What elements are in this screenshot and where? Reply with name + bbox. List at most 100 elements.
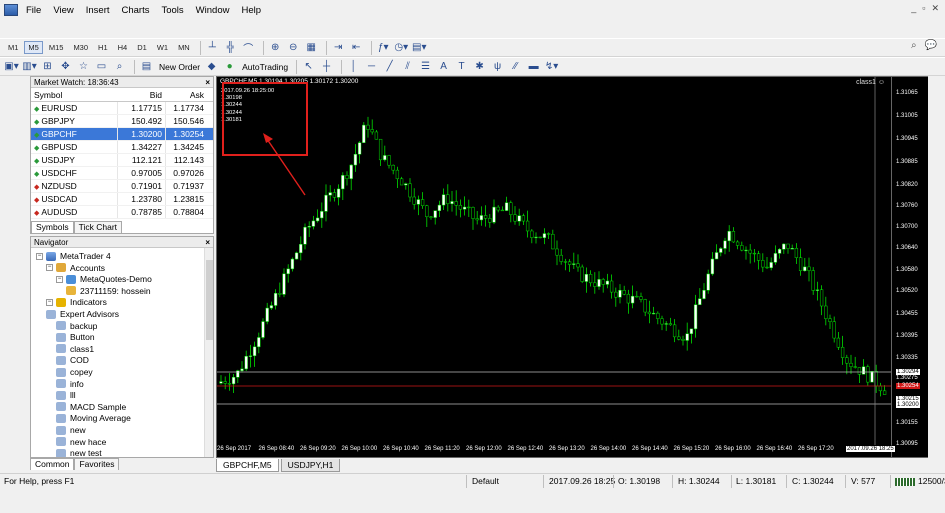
- zoom-out-icon[interactable]: ⊖: [286, 41, 301, 55]
- market-watch-row[interactable]: ◆ AUDUSD 0.78785 0.78804: [31, 206, 213, 219]
- close-icon[interactable]: ✕: [931, 3, 939, 14]
- navigator-item[interactable]: info: [56, 378, 84, 390]
- close-icon[interactable]: ×: [205, 237, 210, 248]
- chart-tab-usdjpy[interactable]: USDJPY,H1: [280, 459, 341, 472]
- text-label-icon[interactable]: T: [454, 60, 469, 74]
- market-watch-row[interactable]: ◆ USDCAD 1.23780 1.23815: [31, 193, 213, 206]
- navigator-item[interactable]: COD: [56, 354, 89, 366]
- navigator-item[interactable]: new test: [56, 447, 102, 457]
- price-chart[interactable]: GBPCHF,M5 1.30194 1.30205 1.30172 1.3020…: [216, 76, 892, 458]
- tf-m1[interactable]: M1: [4, 41, 22, 54]
- market-watch-row[interactable]: ◆ EURUSD 1.17715 1.17734: [31, 102, 213, 115]
- new-order-icon[interactable]: ▤: [139, 60, 154, 74]
- gann-icon[interactable]: ✱: [472, 60, 487, 74]
- menu-file[interactable]: File: [26, 5, 41, 16]
- navigator-item[interactable]: Moving Average: [56, 412, 131, 424]
- fibo-icon[interactable]: ☰: [418, 60, 433, 74]
- tab-symbols[interactable]: Symbols: [31, 221, 74, 233]
- periods-icon[interactable]: ◷▾: [394, 41, 409, 55]
- market-watch-row[interactable]: ◆ GBPCHF 1.30200 1.30254: [31, 128, 213, 141]
- crosshair-icon[interactable]: ┼: [319, 60, 334, 74]
- navigator-item[interactable]: Button: [56, 331, 95, 343]
- new-order-button[interactable]: New Order: [159, 62, 200, 72]
- navigator-item[interactable]: new: [56, 424, 86, 436]
- tf-h1[interactable]: H1: [94, 41, 112, 54]
- column-symbol[interactable]: Symbol: [31, 88, 117, 101]
- navigator-item[interactable]: − MetaQuotes-Demo: [56, 273, 152, 285]
- menu-tools[interactable]: Tools: [161, 5, 183, 16]
- new-chart-icon[interactable]: ▣▾: [4, 60, 19, 74]
- navigator-item[interactable]: class1: [56, 343, 94, 355]
- market-watch-row[interactable]: ◆ GBPUSD 1.34227 1.34245: [31, 141, 213, 154]
- minimize-icon[interactable]: _: [911, 3, 916, 14]
- arrows-icon[interactable]: ↯▾: [544, 60, 559, 74]
- market-watch-row[interactable]: ◆ USDCHF 0.97005 0.97026: [31, 167, 213, 180]
- chart-tab-gbpchf[interactable]: GBPCHF,M5: [216, 459, 279, 472]
- market-watch-icon[interactable]: ⊞: [40, 60, 55, 74]
- expander-icon[interactable]: −: [36, 252, 43, 260]
- expander-icon[interactable]: −: [56, 275, 63, 283]
- navigator-item[interactable]: − Accounts: [46, 262, 105, 274]
- indicators-icon[interactable]: ƒ▾: [376, 41, 391, 55]
- autotrading-button[interactable]: AutoTrading: [242, 62, 288, 72]
- tf-w1[interactable]: W1: [153, 41, 172, 54]
- search-icon[interactable]: ⌕: [911, 40, 917, 51]
- expander-icon[interactable]: −: [46, 264, 53, 272]
- tab-tick-chart[interactable]: Tick Chart: [73, 221, 123, 233]
- close-icon[interactable]: ×: [205, 77, 210, 88]
- text-icon[interactable]: A: [436, 60, 451, 74]
- column-ask[interactable]: Ask: [165, 88, 207, 101]
- time-axis[interactable]: 26 Sep 2017 26 Sep 08:40 26 Sep 09:20 26 Se…: [216, 444, 895, 458]
- data-window-icon[interactable]: ✥: [58, 60, 73, 74]
- metaeditor-icon[interactable]: ◆: [204, 60, 219, 74]
- navigator-item[interactable]: 23711159: hossein: [66, 285, 151, 297]
- tf-h4[interactable]: H4: [114, 41, 132, 54]
- navigator-icon[interactable]: ☆: [76, 60, 91, 74]
- navigator-item[interactable]: MACD Sample: [56, 401, 126, 413]
- menu-help[interactable]: Help: [241, 5, 261, 16]
- navigator-item[interactable]: − MetaTrader 4: [36, 250, 111, 262]
- chat-icon[interactable]: 💬: [925, 40, 937, 51]
- column-bid[interactable]: Bid: [117, 88, 165, 101]
- market-watch-row[interactable]: ◆ GBPJPY 150.492 150.546: [31, 115, 213, 128]
- auto-scroll-icon[interactable]: ⇥: [331, 41, 346, 55]
- cycle-lines-icon[interactable]: ∕∕: [508, 60, 523, 74]
- pitchfork-icon[interactable]: ψ: [490, 60, 505, 74]
- price-axis[interactable]: 1.31065 1.31005 1.30945 1.30885 1.30820 1.307…: [892, 76, 928, 458]
- tf-m5[interactable]: M5: [24, 41, 43, 54]
- profiles-icon[interactable]: ▥▾: [22, 60, 37, 74]
- chart-shift-icon[interactable]: ⇤: [349, 41, 364, 55]
- tf-m15[interactable]: M15: [45, 41, 68, 54]
- status-profile[interactable]: Default: [472, 476, 499, 486]
- templates-icon[interactable]: ▤▾: [412, 41, 427, 55]
- navigator-item[interactable]: copey: [56, 366, 93, 378]
- zoom-in-icon[interactable]: ⊕: [268, 41, 283, 55]
- candlestick-plot[interactable]: [217, 77, 892, 445]
- navigator-item[interactable]: Expert Advisors: [46, 308, 119, 320]
- candle-chart-icon[interactable]: ╬: [223, 41, 238, 55]
- terminal-icon[interactable]: ▭: [94, 60, 109, 74]
- rectangle-icon[interactable]: ▬: [526, 60, 541, 74]
- menu-insert[interactable]: Insert: [86, 5, 110, 16]
- navigator-item[interactable]: new hace: [56, 436, 106, 448]
- menu-charts[interactable]: Charts: [122, 5, 150, 16]
- trendline-icon[interactable]: ╱: [382, 60, 397, 74]
- tab-favorites[interactable]: Favorites: [74, 458, 120, 470]
- restore-icon[interactable]: ▫: [922, 3, 925, 14]
- menu-view[interactable]: View: [53, 5, 73, 16]
- navigator-item[interactable]: lll: [56, 389, 76, 401]
- autotrading-icon[interactable]: ●: [222, 60, 237, 74]
- bar-chart-icon[interactable]: ┴: [205, 41, 220, 55]
- line-chart-icon[interactable]: ⌒: [241, 41, 256, 55]
- channel-icon[interactable]: ⫽: [400, 60, 415, 74]
- tab-common[interactable]: Common: [30, 458, 75, 470]
- tile-windows-icon[interactable]: ▦: [304, 41, 319, 55]
- menu-window[interactable]: Window: [196, 5, 230, 16]
- tf-mn[interactable]: MN: [174, 41, 194, 54]
- navigator-item[interactable]: − Indicators: [46, 296, 107, 308]
- market-watch-row[interactable]: ◆ NZDUSD 0.71901 0.71937: [31, 180, 213, 193]
- navigator-scrollbar[interactable]: [204, 248, 213, 457]
- tf-d1[interactable]: D1: [133, 41, 151, 54]
- tf-m30[interactable]: M30: [69, 41, 92, 54]
- tester-icon[interactable]: ⌕: [112, 60, 127, 74]
